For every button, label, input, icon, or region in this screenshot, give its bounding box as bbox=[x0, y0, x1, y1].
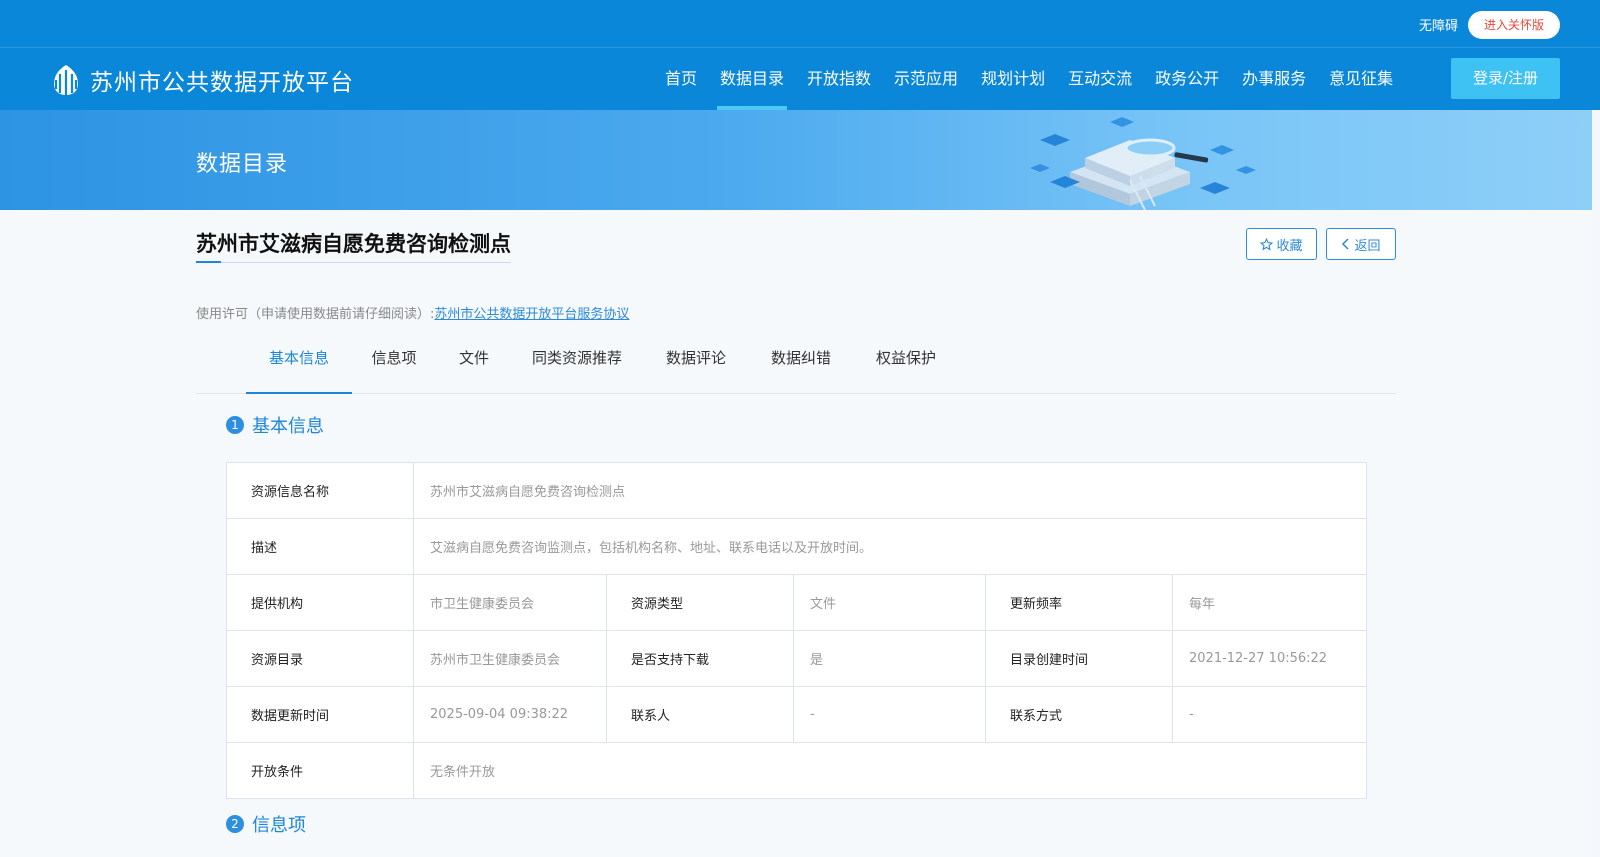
cell-value: - bbox=[1171, 686, 1368, 743]
login-register-button[interactable]: 登录/注册 bbox=[1451, 58, 1560, 99]
nav-item-open-index[interactable]: 开放指数 bbox=[807, 48, 871, 110]
cell-label: 资源类型 bbox=[606, 574, 794, 631]
table-row: 提供机构 市卫生健康委员会 资源类型 文件 更新频率 每年 bbox=[226, 574, 1368, 631]
cell-value: 无条件开放 bbox=[412, 742, 1368, 799]
section-number-badge: 2 bbox=[226, 815, 244, 833]
section-basic-info: 1 基本信息 bbox=[226, 412, 324, 438]
nav-item-interaction[interactable]: 互动交流 bbox=[1068, 48, 1132, 110]
section-number-badge: 1 bbox=[226, 416, 244, 434]
cell-value: 2025-09-04 09:38:22 bbox=[413, 686, 607, 743]
nav-item-feedback[interactable]: 意见征集 bbox=[1329, 48, 1393, 110]
table-row: 资源目录 苏州市卫生健康委员会 是否支持下载 是 目录创建时间 2021-12-… bbox=[226, 630, 1368, 687]
cell-label: 是否支持下载 bbox=[606, 630, 794, 687]
top-strip: 无障碍 进入关怀版 bbox=[0, 0, 1600, 48]
cell-label: 联系方式 bbox=[985, 686, 1173, 743]
tab-data-correction[interactable]: 数据纠错 bbox=[768, 334, 834, 394]
banner-illustration bbox=[1030, 117, 1256, 210]
license-prefix: 使用许可（申请使用数据前请仔细阅读）: bbox=[196, 307, 435, 322]
dataset-title: 苏州市艾滋病自愿免费咨询检测点 bbox=[196, 228, 511, 263]
tab-info-items[interactable]: 信息项 bbox=[363, 334, 425, 394]
cell-label: 资源目录 bbox=[226, 630, 414, 687]
nav-item-home[interactable]: 首页 bbox=[665, 48, 697, 110]
favorite-label: 收藏 bbox=[1276, 238, 1303, 254]
nav-item-data-catalog[interactable]: 数据目录 bbox=[717, 48, 788, 110]
service-agreement-link[interactable]: 苏州市公共数据开放平台服务协议 bbox=[434, 307, 629, 322]
nav-item-services[interactable]: 办事服务 bbox=[1242, 48, 1306, 110]
table-row: 描述 艾滋病自愿免费咨询监测点，包括机构名称、地址、联系电话以及开放时间。 bbox=[226, 518, 1368, 575]
cell-label: 数据更新时间 bbox=[226, 686, 414, 743]
favorite-button[interactable]: 收藏 bbox=[1246, 228, 1317, 260]
back-label: 返回 bbox=[1354, 238, 1381, 254]
site-name: 苏州市公共数据开放平台 bbox=[90, 70, 354, 96]
section-info-items: 2 信息项 bbox=[226, 811, 306, 837]
banner-title: 数据目录 bbox=[196, 152, 289, 177]
cell-value: 每年 bbox=[1171, 574, 1368, 631]
table-row: 数据更新时间 2025-09-04 09:38:22 联系人 - 联系方式 - bbox=[226, 686, 1368, 743]
section-title: 基本信息 bbox=[252, 416, 324, 437]
cell-label: 资源信息名称 bbox=[226, 462, 414, 519]
accessibility-link[interactable]: 无障碍 bbox=[1419, 15, 1458, 34]
cell-value: 苏州市艾滋病自愿免费咨询检测点 bbox=[412, 462, 1368, 519]
cell-label: 目录创建时间 bbox=[985, 630, 1173, 687]
tab-basic-info[interactable]: 基本信息 bbox=[246, 334, 352, 394]
nav-item-demo-apps[interactable]: 示范应用 bbox=[894, 48, 958, 110]
tab-rights-protection[interactable]: 权益保护 bbox=[873, 334, 939, 394]
cell-value: 文件 bbox=[793, 574, 986, 631]
cell-label: 描述 bbox=[226, 518, 414, 575]
cell-value: - bbox=[793, 686, 986, 743]
back-button[interactable]: 返回 bbox=[1326, 228, 1396, 260]
cell-value: 是 bbox=[793, 630, 986, 687]
main-navbar: 苏州市公共数据开放平台 首页 数据目录 开放指数 示范应用 规划计划 互动交流 … bbox=[0, 48, 1600, 110]
cell-label: 提供机构 bbox=[226, 574, 414, 631]
page-banner: 数据目录 bbox=[0, 110, 1592, 210]
cell-label: 开放条件 bbox=[226, 742, 414, 799]
tab-files[interactable]: 文件 bbox=[456, 334, 492, 394]
site-logo[interactable]: 苏州市公共数据开放平台 bbox=[48, 62, 354, 98]
cell-label: 更新频率 bbox=[985, 574, 1173, 631]
logo-icon bbox=[54, 65, 78, 95]
nav-item-plans[interactable]: 规划计划 bbox=[981, 48, 1045, 110]
basic-info-table: 资源信息名称 苏州市艾滋病自愿免费咨询检测点 描述 艾滋病自愿免费咨询监测点，包… bbox=[226, 462, 1368, 799]
cell-value: 苏州市卫生健康委员会 bbox=[413, 630, 607, 687]
table-row: 开放条件 无条件开放 bbox=[226, 742, 1368, 799]
cell-value: 市卫生健康委员会 bbox=[413, 574, 607, 631]
section-title: 信息项 bbox=[252, 815, 306, 836]
table-row: 资源信息名称 苏州市艾滋病自愿免费咨询检测点 bbox=[226, 462, 1368, 519]
detail-content: 苏州市艾滋病自愿免费咨询检测点 收藏 返回 使用许可（申请使用数据前请仔细阅读）… bbox=[0, 210, 1592, 857]
chevron-left-icon bbox=[1342, 238, 1350, 250]
nav-menu: 首页 数据目录 开放指数 示范应用 规划计划 互动交流 政务公开 办事服务 意见… bbox=[665, 48, 1416, 110]
star-icon bbox=[1260, 237, 1274, 250]
cell-value: 艾滋病自愿免费咨询监测点，包括机构名称、地址、联系电话以及开放时间。 bbox=[412, 518, 1368, 575]
tab-data-comments[interactable]: 数据评论 bbox=[663, 334, 729, 394]
detail-tabs: 基本信息 信息项 文件 同类资源推荐 数据评论 数据纠错 权益保护 bbox=[196, 334, 1396, 394]
care-mode-button[interactable]: 进入关怀版 bbox=[1468, 11, 1560, 39]
cell-label: 联系人 bbox=[606, 686, 794, 743]
tab-similar-resources[interactable]: 同类资源推荐 bbox=[527, 334, 627, 394]
nav-item-gov-info[interactable]: 政务公开 bbox=[1155, 48, 1219, 110]
license-notice: 使用许可（申请使用数据前请仔细阅读）:苏州市公共数据开放平台服务协议 bbox=[196, 303, 629, 322]
cell-value: 2021-12-27 10:56:22 bbox=[1171, 630, 1368, 687]
